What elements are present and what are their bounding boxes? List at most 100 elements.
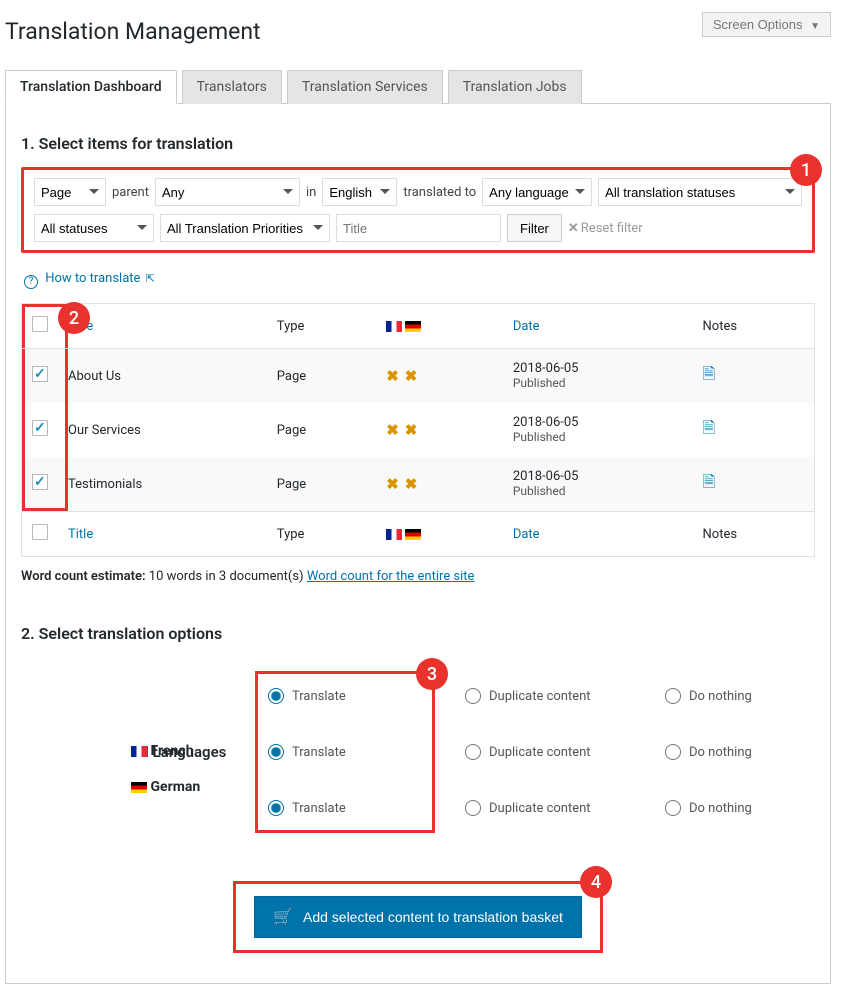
x-icon: ✖ [386,421,399,439]
parent-select[interactable]: Any [155,178,300,206]
opt-translate-all[interactable]: Translate [268,688,418,704]
flag-fr-icon [131,746,147,757]
radio-nothing-de[interactable] [665,800,681,816]
table-row: Our Services Page ✖✖ 2018-06-05Published… [22,403,815,457]
col-type: Type [267,304,376,349]
x-icon: ✖ [386,367,399,385]
row-checkbox[interactable] [32,366,48,382]
opt-nothing-de[interactable]: Do nothing [665,800,815,816]
table-row: About Us Page ✖✖ 2018-06-05Published 🗎 [22,349,815,404]
tab-services[interactable]: Translation Services [287,70,443,104]
row-status-icons: ✖✖ [376,457,503,512]
translation-options: All Languages 3 Translate Translate Tran… [21,663,815,841]
priority-select[interactable]: All Translation Priorities [160,214,330,242]
radio-nothing-all[interactable] [665,688,681,704]
german-label: German [131,779,301,795]
note-icon[interactable]: 🗎 [703,364,716,383]
in-label: in [306,185,316,200]
opt-duplicate-all[interactable]: Duplicate content [465,688,665,704]
annotation-badge-2: 2 [58,302,90,334]
col-flags-footer [376,512,503,557]
type-select[interactable]: Page [34,178,106,206]
row-status-icons: ✖✖ [376,349,503,404]
items-table: 2 Title Type Date Notes About Us Page ✖✖… [21,303,815,557]
radio-duplicate-fr[interactable] [465,744,481,760]
row-title[interactable]: Our Services [58,403,267,457]
row-title[interactable]: Testimonials [58,457,267,512]
help-icon: ? [24,275,38,289]
tab-jobs[interactable]: Translation Jobs [448,70,582,104]
tabs: Translation Dashboard Translators Transl… [5,70,831,104]
row-date: 2018-06-05Published [503,403,693,457]
x-icon: ✖ [386,475,399,493]
opt-nothing-fr[interactable]: Do nothing [665,744,815,760]
tab-translators[interactable]: Translators [182,70,282,104]
flag-de-icon [131,782,147,793]
x-icon: ✖ [405,421,418,439]
annotation-badge-3: 3 [416,658,448,690]
note-icon[interactable]: 🗎 [703,418,716,437]
cart-icon: 🛒 [273,907,293,927]
select-all-checkbox[interactable] [32,316,48,332]
note-icon[interactable]: 🗎 [703,472,716,491]
basket-box: 4 🛒 Add selected content to translation … [233,881,603,953]
row-status-icons: ✖✖ [376,403,503,457]
row-date: 2018-06-05Published [503,457,693,512]
col-date-footer[interactable]: Date [503,512,693,557]
flag-de-icon [405,321,421,332]
x-icon: ✖ [405,475,418,493]
screen-options-button[interactable]: Screen Options ▼ [702,12,831,37]
filter-button[interactable]: Filter [507,214,562,242]
to-label: translated to [403,185,476,200]
status-select[interactable]: All statuses [34,214,154,242]
opt-duplicate-de[interactable]: Duplicate content [465,800,665,816]
table-row: Testimonials Page ✖✖ 2018-06-05Published… [22,457,815,512]
section2-heading: 2. Select translation options [21,624,815,643]
reset-filter[interactable]: ✕Reset filter [568,221,643,236]
annotation-badge-4: 4 [580,866,612,898]
col-title[interactable]: Title [58,304,267,349]
tab-dashboard[interactable]: Translation Dashboard [5,70,177,104]
radio-nothing-fr[interactable] [665,744,681,760]
radio-duplicate-de[interactable] [465,800,481,816]
row-checkbox[interactable] [32,420,48,436]
row-type: Page [267,403,376,457]
add-to-basket-button[interactable]: 🛒 Add selected content to translation ba… [254,896,582,938]
title-input[interactable] [336,214,501,242]
external-link-icon: ⇱ [146,272,155,285]
opt-translate-de[interactable]: Translate [268,800,418,816]
row-checkbox[interactable] [32,474,48,490]
howto: ? How to translate ⇱ [24,271,815,289]
col-type-footer: Type [267,512,376,557]
opt-nothing-all[interactable]: Do nothing [665,688,815,704]
screen-options-label: Screen Options [713,17,803,32]
x-icon: ✖ [405,367,418,385]
caret-down-icon: ▼ [810,21,820,32]
howto-link[interactable]: ? How to translate ⇱ [24,271,155,286]
opt-duplicate-fr[interactable]: Duplicate content [465,744,665,760]
annotation-badge-1: 1 [790,154,822,186]
panel: 1. Select items for translation 1 Page p… [5,104,831,984]
col-title-footer[interactable]: Title [58,512,267,557]
col-notes: Notes [693,304,815,349]
radio-translate-de[interactable] [268,800,284,816]
close-icon: ✕ [568,221,579,236]
filter-box: 1 Page parent Any in English translated … [21,167,815,253]
row-type: Page [267,457,376,512]
lang-select[interactable]: English [322,178,397,206]
row-title[interactable]: About Us [58,349,267,404]
word-count-link[interactable]: Word count for the entire site [307,569,475,584]
to-select[interactable]: Any language [482,178,592,206]
col-notes-footer: Notes [693,512,815,557]
select-all-checkbox-footer[interactable] [32,524,48,540]
col-flags [376,304,503,349]
screen-options[interactable]: Screen Options ▼ [702,12,831,37]
trans-status-select[interactable]: All translation statuses [598,178,802,206]
flag-fr-icon [386,321,402,332]
flag-de-icon [405,529,421,540]
row-type: Page [267,349,376,404]
radio-translate-all[interactable] [268,688,284,704]
radio-duplicate-all[interactable] [465,688,481,704]
parent-label: parent [112,185,149,200]
col-date[interactable]: Date [503,304,693,349]
